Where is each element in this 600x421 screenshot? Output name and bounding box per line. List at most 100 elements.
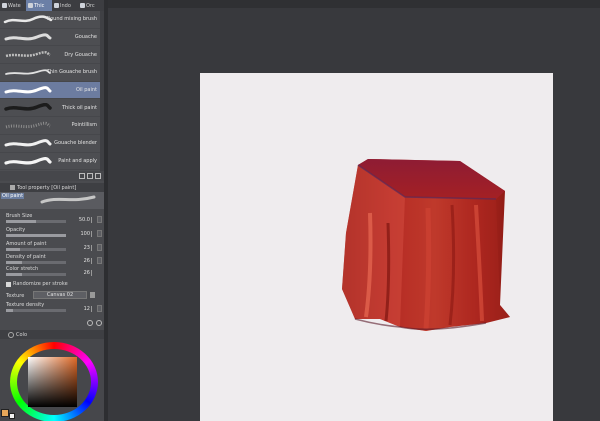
brush-stroke-preview: [4, 85, 52, 94]
delete-brush-icon[interactable]: [95, 173, 101, 179]
spin-arrows-icon[interactable]: [91, 245, 95, 251]
texture-density-setting[interactable]: Texture density 12: [0, 301, 104, 315]
spin-arrows-icon[interactable]: [91, 306, 95, 312]
brush-item-pointillism[interactable]: Pointillism: [0, 117, 100, 135]
draped-cloth-painting: [342, 159, 510, 331]
spin-arrows-icon[interactable]: [91, 258, 95, 264]
brush-icon: [28, 3, 33, 8]
preview-label: Oil paint: [1, 193, 25, 199]
color-stretch-setting[interactable]: Color stretch 26: [0, 265, 104, 279]
top-ruler: [108, 0, 600, 8]
dynamics-button[interactable]: [97, 230, 102, 237]
brush-preview: Oil paint: [0, 192, 104, 209]
main-color-swatch[interactable]: [1, 409, 9, 417]
dynamics-button[interactable]: [97, 244, 102, 251]
randomize-label: Randomize per stroke: [13, 281, 68, 287]
density-of-paint-slider[interactable]: [6, 261, 66, 264]
settings-icon[interactable]: [96, 320, 102, 326]
slider-fill: [6, 261, 22, 264]
brush-list-footer: [0, 171, 104, 181]
slider-fill: [6, 309, 14, 312]
dynamics-button[interactable]: [97, 305, 102, 312]
brush-group-tabs: Wate Thic Indo Orc: [0, 0, 104, 11]
prop-value[interactable]: 50.0: [79, 217, 90, 223]
brush-stroke-preview: [5, 121, 51, 129]
color-wheel-icon: [8, 331, 14, 338]
spin-arrows-icon[interactable]: [91, 217, 95, 223]
canvas-workspace[interactable]: [104, 0, 600, 421]
spin-arrows-icon[interactable]: [91, 270, 95, 276]
brush-stroke-preview: [5, 51, 51, 58]
canvas-paper[interactable]: [200, 73, 553, 421]
prop-label: Opacity: [6, 227, 26, 233]
brush-stroke-preview: [4, 33, 52, 41]
prop-value[interactable]: 12: [84, 306, 90, 312]
slider-fill: [6, 273, 22, 276]
checkbox-icon[interactable]: [6, 281, 11, 287]
tab-label: Thic: [34, 2, 45, 9]
brush-item-dry-gouache[interactable]: Dry Gouache: [0, 46, 100, 65]
brush-size-slider[interactable]: [6, 220, 66, 223]
texture-select[interactable]: Canvas 02: [33, 291, 87, 299]
prop-value[interactable]: 23: [84, 245, 90, 251]
dynamics-button[interactable]: [97, 216, 102, 223]
amount-of-paint-setting[interactable]: Amount of paint 23: [0, 240, 104, 254]
brush-name: Pointillism: [71, 122, 97, 129]
prop-value[interactable]: 100: [80, 231, 90, 237]
brush-stroke-preview: [3, 15, 53, 24]
prop-value[interactable]: 26: [84, 258, 90, 264]
workspace-scrollbar[interactable]: [104, 0, 108, 421]
texture-label: Texture: [6, 293, 25, 299]
spin-arrows-icon[interactable]: [91, 231, 95, 237]
tab-india-ink[interactable]: Indo: [52, 0, 78, 11]
prop-value[interactable]: 26: [84, 270, 90, 276]
dynamics-button[interactable]: [97, 257, 102, 264]
sub-color-swatch[interactable]: [9, 413, 15, 419]
brush-item-oil-paint[interactable]: Oil paint: [0, 81, 100, 100]
opacity-setting[interactable]: Opacity 100: [0, 226, 104, 240]
slider-fill: [6, 248, 20, 251]
color-panel-title: Colo: [16, 331, 27, 338]
opacity-slider[interactable]: [6, 234, 66, 237]
color-stretch-slider[interactable]: [6, 273, 66, 276]
tool-property-footer: [0, 318, 104, 328]
left-panel: Wate Thic Indo Orc Round mixing brush Go…: [0, 0, 104, 421]
tab-label: Wate: [8, 2, 21, 9]
brush-item-thick-oil-paint[interactable]: Thick oil paint: [0, 99, 100, 118]
tool-property-icon: [10, 185, 15, 190]
slider-fill: [6, 234, 66, 237]
brush-name: Dry Gouache: [64, 51, 97, 58]
color-wheel-panel: [0, 339, 104, 421]
add-brush-icon[interactable]: [79, 173, 85, 179]
brush-item-paint-and-apply[interactable]: Paint and apply: [0, 153, 100, 171]
saturation-value-square[interactable]: [28, 357, 77, 407]
brush-item-gouache[interactable]: Gouache: [0, 29, 100, 47]
tab-other[interactable]: Orc: [78, 0, 104, 11]
trash-icon[interactable]: [90, 292, 95, 298]
brush-name: Round mixing brush: [46, 16, 97, 23]
preview-stroke: [40, 195, 96, 204]
brush-name: Paint and apply: [58, 157, 97, 164]
brush-icon: [54, 3, 59, 8]
brush-item-thin-gouache[interactable]: Thin Gouache brush: [0, 64, 100, 82]
tab-thick-paint[interactable]: Thic: [26, 0, 52, 11]
brush-item-round-mixing[interactable]: Round mixing brush: [0, 11, 100, 29]
brush-item-gouache-blender[interactable]: Gouache blender: [0, 135, 100, 153]
brush-size-setting[interactable]: Brush Size 50.0: [0, 212, 104, 226]
brush-icon: [2, 3, 7, 8]
brush-list: Round mixing brush Gouache Dry Gouache T…: [0, 11, 100, 171]
slider-fill: [6, 220, 36, 223]
brush-name: Oil paint: [75, 87, 97, 94]
prop-label: Density of paint: [6, 254, 46, 260]
tab-watercolor[interactable]: Wate: [0, 0, 26, 11]
texture-density-slider[interactable]: [6, 309, 66, 312]
amount-of-paint-slider[interactable]: [6, 248, 66, 251]
brush-name: Gouache: [74, 34, 97, 41]
prop-label: Texture density: [6, 302, 45, 308]
prop-label: Color stretch: [6, 266, 39, 272]
color-panel-header: Colo: [0, 330, 104, 339]
brush-name: Thin Gouache brush: [46, 69, 97, 76]
randomize-per-stroke-checkbox[interactable]: Randomize per stroke: [0, 279, 104, 289]
copy-brush-icon[interactable]: [87, 173, 93, 179]
reset-icon[interactable]: [87, 320, 93, 326]
